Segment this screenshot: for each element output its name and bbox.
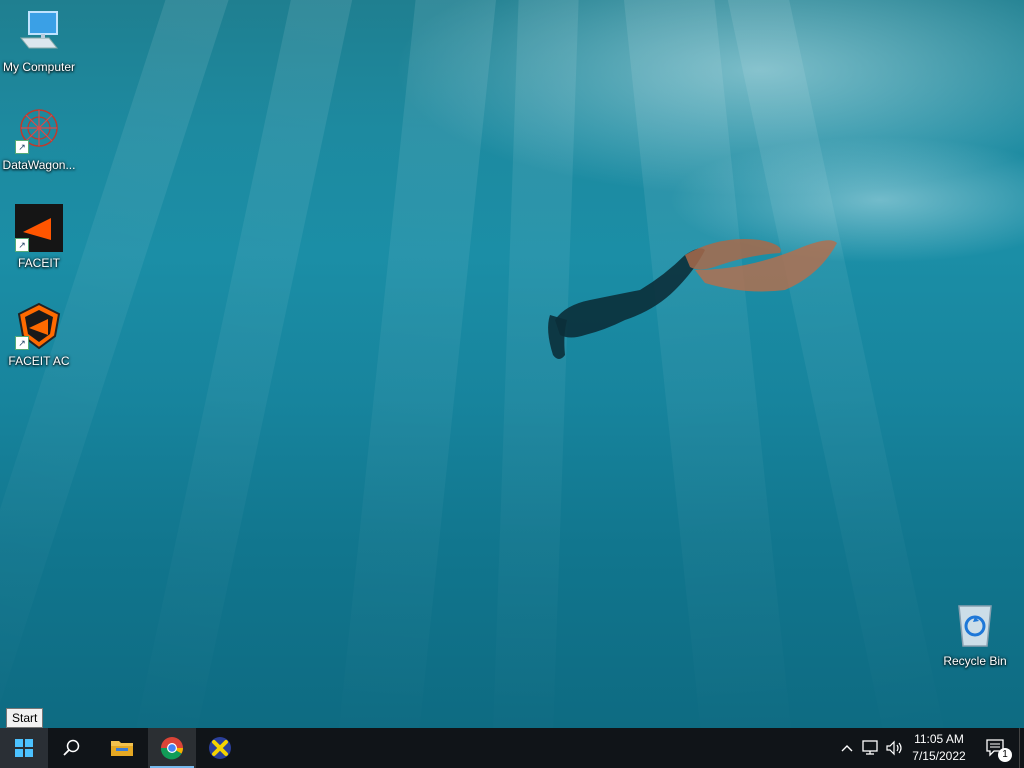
shortcut-arrow-icon: ↗ (15, 140, 29, 154)
desktop-icon-label: DataWagon... (2, 158, 76, 172)
search-button[interactable] (48, 728, 96, 768)
network-button[interactable] (860, 728, 882, 768)
diver-image (548, 239, 837, 359)
computer-icon (15, 8, 63, 56)
recycle-bin-icon (951, 602, 999, 650)
start-button[interactable] (0, 728, 48, 768)
volume-button[interactable] (884, 728, 906, 768)
shortcut-arrow-icon: ↗ (15, 336, 29, 350)
desktop-icon-datawagon[interactable]: ↗ DataWagon... (0, 106, 78, 172)
desktop-wallpaper (0, 0, 1024, 728)
faceit-ac-icon: ↗ (15, 302, 63, 350)
chrome-button[interactable] (148, 728, 196, 768)
clock[interactable]: 11:05 AM 7/15/2022 (906, 732, 972, 763)
folder-icon (111, 741, 133, 756)
search-icon (63, 739, 80, 756)
datawagon-icon: ↗ (15, 106, 63, 154)
network-icon (862, 740, 878, 755)
speaker-icon (886, 740, 902, 756)
desktop-icon-faceit-ac[interactable]: ↗ FACEIT AC (0, 302, 78, 368)
desktop-icon-label: FACEIT AC (8, 354, 70, 368)
show-desktop-button[interactable] (1019, 728, 1024, 768)
app-x-icon (209, 737, 231, 759)
app-x-button[interactable] (196, 728, 244, 768)
show-hidden-icons-button[interactable] (836, 728, 858, 768)
desktop-icon-label: FACEIT (17, 256, 60, 270)
chrome-icon (160, 737, 183, 760)
notification-count-badge: 1 (998, 748, 1012, 762)
desktop-icon-label: My Computer (2, 60, 76, 74)
action-center-button[interactable]: 1 (976, 728, 1016, 768)
file-explorer-button[interactable] (98, 728, 146, 768)
start-tooltip: Start (6, 708, 44, 728)
desktop-icon-faceit[interactable]: ↗ FACEIT (0, 204, 78, 270)
taskbar: 11:05 AM 7/15/2022 1 (0, 728, 1024, 768)
recycle-bin-label: Recycle Bin (943, 654, 1007, 668)
clock-time: 11:05 AM (914, 732, 964, 746)
desktop-icon-recycle-bin[interactable]: Recycle Bin (936, 602, 1014, 668)
desktop-icon-my-computer[interactable]: My Computer (0, 8, 78, 74)
shortcut-arrow-icon: ↗ (15, 238, 29, 252)
windows-logo-icon (15, 739, 33, 757)
faceit-icon: ↗ (15, 204, 63, 252)
chevron-up-icon (841, 745, 853, 752)
clock-date: 7/15/2022 (912, 749, 966, 763)
